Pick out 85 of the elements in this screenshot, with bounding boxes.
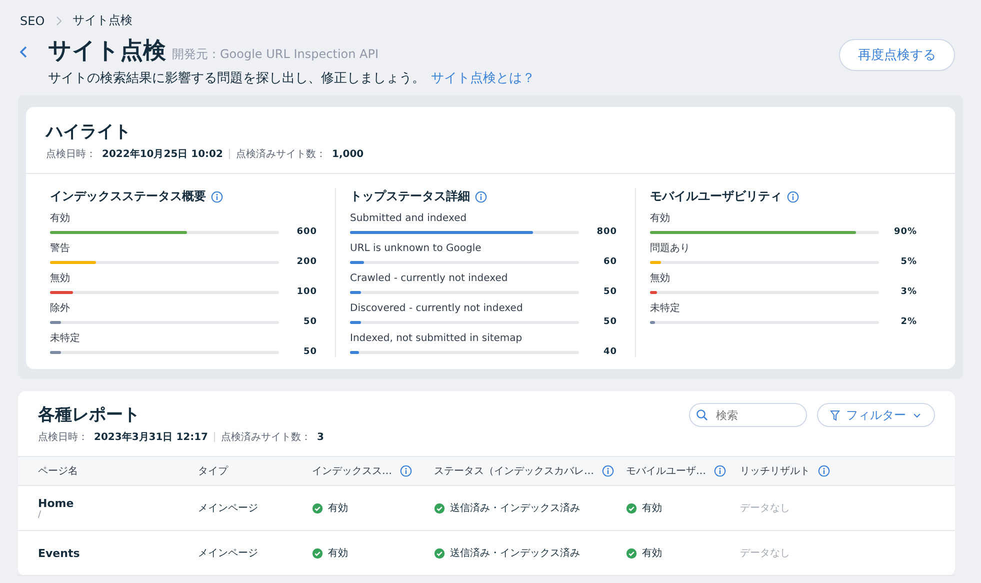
metric-value: 100 [296, 287, 317, 297]
group-title: トップステータス詳細 [350, 188, 470, 205]
check-circle-icon [434, 502, 445, 514]
column-header: リッチリザルト [740, 465, 810, 478]
meta-label: 点検日時： [46, 148, 96, 161]
meta-value: 1,000 [332, 148, 364, 160]
recheck-button[interactable]: 再度点検する [839, 39, 955, 71]
page-name[interactable]: Events [38, 546, 80, 560]
breadcrumb-item: サイト点検 [72, 12, 133, 29]
section-title: ハイライト [46, 121, 132, 143]
meta-value: 2022年10月25日 10:02 [102, 148, 223, 161]
metric-label: 有効 [50, 213, 71, 225]
metric-value: 50 [302, 317, 317, 327]
meta-value: 2023年3月31日 12:17 [94, 430, 208, 444]
check-circle-icon [626, 548, 637, 558]
metric-value: 2% [900, 317, 917, 327]
search-field[interactable]: 検索 [689, 403, 807, 427]
group-title: インデックスステータス概要 [50, 188, 206, 205]
page-title: サイト点検 [48, 37, 166, 66]
metric-label: Discovered - currently not indexed [350, 303, 524, 315]
metric-value: 3% [900, 287, 917, 297]
info-icon[interactable] [475, 190, 487, 202]
group-title: モバイルユーザビリティ [650, 188, 782, 205]
source-text: 開発元：Google URL Inspection API [172, 46, 379, 63]
status-text: データなし [740, 547, 790, 560]
info-icon[interactable] [714, 465, 726, 477]
status-text: データなし [740, 502, 790, 515]
status-text: 送信済み・インデックス済み [450, 546, 580, 560]
meta-label: 点検済みサイト数： [221, 430, 312, 444]
page-name[interactable]: Home [38, 496, 74, 510]
status-text: 有効 [328, 502, 348, 515]
section-title: 各種レポート [38, 404, 141, 426]
info-icon[interactable] [400, 465, 412, 477]
metric-label: 未特定 [50, 333, 81, 345]
status-text: 有効 [328, 546, 348, 560]
metric-value: 50 [602, 317, 617, 327]
metric-label: 無効 [650, 273, 671, 285]
status-text: 有効 [642, 546, 662, 560]
metric-value: 60 [602, 257, 617, 267]
info-icon[interactable] [818, 465, 830, 477]
info-icon[interactable] [211, 190, 223, 202]
column-header: モバイルユーザ… [626, 465, 706, 478]
status-text: 送信済み・インデックス済み [450, 502, 580, 515]
metric-value: 40 [602, 347, 617, 357]
metric-label: 警告 [50, 243, 71, 255]
metric-label: 無効 [50, 273, 71, 285]
meta-value: 3 [317, 432, 324, 442]
funnel-icon [830, 410, 840, 420]
check-circle-icon [434, 548, 445, 558]
page-type: メインページ [198, 502, 258, 515]
meta-label: 点検日時： [38, 430, 88, 444]
column-header: インデックスス… [312, 465, 392, 478]
info-icon[interactable] [602, 465, 614, 477]
filter-button[interactable]: フィルター [817, 403, 935, 427]
metric-label: 未特定 [650, 303, 681, 315]
metric-label: 問題あり [650, 243, 691, 255]
metric-value: 200 [296, 257, 317, 267]
column-header: タイプ [198, 464, 228, 478]
metric-label: 有効 [650, 213, 671, 225]
page-type: メインページ [198, 547, 258, 560]
metric-label: Crawled - currently not indexed [350, 273, 509, 285]
column-header: ページ名 [38, 465, 78, 478]
metric-label: 除外 [50, 303, 71, 315]
breadcrumb-item[interactable]: SEO [20, 14, 45, 28]
status-text: 有効 [642, 502, 662, 515]
page-path: / [38, 510, 42, 520]
meta-label: 点検済みサイト数： [236, 148, 326, 161]
metric-value: 50 [602, 287, 617, 297]
description: サイトの検索結果に影響する問題を探し出し、修正しましょう。 [48, 70, 425, 87]
search-icon [696, 409, 708, 421]
check-circle-icon [312, 502, 323, 514]
metric-value: 5% [900, 257, 917, 267]
metric-label: Submitted and indexed [350, 213, 468, 225]
info-icon[interactable] [787, 190, 799, 202]
chevron-right-icon [54, 16, 63, 26]
metric-value: 800 [596, 227, 617, 237]
column-header: ステータス（インデックスカバレ… [434, 465, 594, 478]
check-circle-icon [312, 548, 323, 558]
metric-value: 600 [296, 227, 317, 237]
check-circle-icon [626, 502, 637, 514]
metric-label: Indexed, not submitted in sitemap [350, 333, 524, 345]
search-input[interactable]: 検索 [714, 408, 798, 422]
metric-label: URL is unknown to Google [350, 243, 482, 255]
metric-value: 50 [302, 347, 317, 357]
metric-value: 90% [892, 227, 917, 237]
